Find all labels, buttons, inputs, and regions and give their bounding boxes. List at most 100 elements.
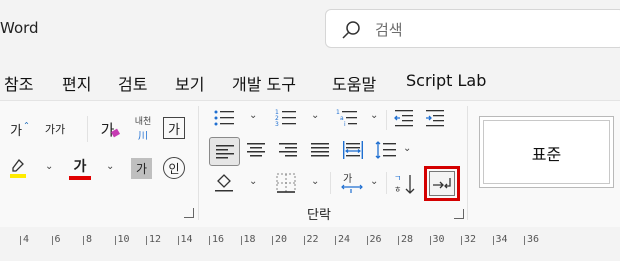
text-direction-icon: 가 (341, 173, 363, 193)
bullets-dropdown-icon[interactable]: ⌄ (249, 110, 257, 121)
decrease-indent-icon (394, 110, 413, 127)
ruler-label: 16 (212, 234, 225, 245)
align-center-button[interactable] (247, 142, 265, 162)
character-shading-button[interactable]: 가 (131, 158, 152, 179)
ruler-label: 14 (180, 234, 193, 245)
search-placeholder: 검색 (375, 21, 403, 39)
enclose-characters-button[interactable]: 인 (163, 157, 185, 179)
font-color-dropdown-icon[interactable]: ⌄ (106, 161, 114, 172)
line-spacing-button[interactable] (374, 140, 398, 164)
ruler-tick (51, 236, 53, 245)
character-shading-label: 가 (135, 162, 148, 176)
ruler-tick (114, 236, 116, 245)
borders-button[interactable] (275, 172, 297, 198)
show-hide-marks-button[interactable] (424, 166, 460, 201)
line-spacing-icon (375, 141, 396, 159)
ruler-label: 26 (369, 234, 382, 245)
ruler-label: 20 (275, 234, 288, 245)
svg-text:가: 가 (343, 173, 352, 185)
highlight-button[interactable] (6, 154, 30, 182)
ruler-tick (524, 236, 525, 245)
bullets-icon (214, 110, 234, 126)
grow-font-label: 가 (10, 123, 23, 139)
phonetic-sub-label: 川 (138, 131, 148, 142)
numbering-button[interactable]: 1 2 3 (275, 108, 297, 132)
svg-text:ㅎ: ㅎ (394, 185, 401, 194)
tab-script-lab[interactable]: Script Lab (406, 71, 486, 90)
search-box[interactable] (325, 9, 620, 48)
ruler-label: 6 (54, 234, 61, 245)
paragraph-dialog-launcher-icon[interactable] (454, 209, 464, 219)
caret-up-icon: ⌃ (23, 120, 30, 130)
shrink-font-button[interactable]: 가가 (40, 116, 70, 142)
bullets-button[interactable] (213, 108, 235, 132)
font-color-label: 가 (73, 159, 87, 175)
tab-review[interactable]: 검토 (118, 71, 147, 95)
ruler-tick (335, 236, 336, 245)
numbering-dropdown-icon[interactable]: ⌄ (311, 110, 319, 121)
svg-text:3: 3 (275, 121, 279, 128)
clear-formatting-label: 가 (100, 120, 115, 139)
line-spacing-dropdown-icon[interactable]: ⌄ (403, 143, 411, 154)
multilevel-list-button[interactable]: 1 a i (336, 108, 358, 132)
tab-help[interactable]: 도움말 (332, 71, 376, 95)
highlight-dropdown-icon[interactable]: ⌄ (45, 161, 53, 172)
text-direction-dropdown-icon[interactable]: ⌄ (370, 176, 378, 187)
sort-button[interactable]: ㄱ ㅎ (394, 172, 418, 200)
ruler-tick (20, 236, 21, 245)
text-direction-button[interactable]: 가 (340, 172, 366, 198)
tab-developer[interactable]: 개발 도구 (232, 71, 296, 95)
grow-font-button[interactable]: 가 ⌃ (6, 116, 34, 142)
ruler-tick (492, 236, 494, 245)
eraser-icon (111, 128, 121, 138)
ruler-tick (398, 236, 399, 245)
ruler-label: 32 (464, 234, 477, 245)
tab-references[interactable]: 참조 (4, 71, 33, 95)
increase-indent-icon (426, 110, 444, 127)
align-left-button[interactable] (209, 137, 240, 166)
ruler-label: 22 (306, 234, 319, 245)
shading-dropdown-icon[interactable]: ⌄ (249, 176, 257, 187)
shading-button[interactable] (213, 172, 237, 198)
distributed-icon (343, 141, 363, 159)
ruler-tick (303, 236, 305, 245)
font-dialog-launcher-icon[interactable] (184, 208, 194, 218)
ruler-label: 36 (527, 234, 540, 245)
paint-bucket-icon (215, 174, 233, 192)
ruler-label: 18 (243, 234, 256, 245)
font-color-swatch (69, 176, 91, 180)
shrink-font-label: 가가 (44, 123, 66, 136)
search-icon (342, 21, 360, 39)
distributed-button[interactable] (342, 140, 364, 164)
menu-bar (0, 62, 620, 100)
multilevel-dropdown-icon[interactable]: ⌄ (370, 110, 378, 121)
style-normal-label: 표준 (531, 145, 562, 164)
justify-button[interactable] (311, 142, 329, 162)
align-right-button[interactable] (279, 142, 297, 162)
multilevel-list-icon: 1 a i (336, 109, 357, 128)
ruler-label: 10 (117, 234, 130, 245)
button-frame (429, 171, 455, 196)
ruler-label: 24 (338, 234, 351, 245)
tab-view[interactable]: 보기 (175, 71, 204, 95)
ruler-label: 30 (432, 234, 445, 245)
ruler-label: 4 (23, 234, 30, 245)
ruler-label: 34 (495, 234, 508, 245)
tab-mailings[interactable]: 편지 (62, 71, 91, 95)
decrease-indent-button[interactable] (393, 108, 415, 132)
borders-dropdown-icon[interactable]: ⌄ (311, 176, 319, 187)
divider (87, 116, 88, 142)
align-left-icon (215, 144, 234, 158)
paragraph-mark-icon (433, 177, 451, 188)
clear-formatting-button[interactable]: 가 (96, 116, 124, 142)
divider (386, 110, 387, 130)
style-normal[interactable]: 표준 (479, 116, 614, 188)
paragraph-group-label: 단락 (307, 208, 331, 223)
svg-text:i: i (344, 121, 346, 128)
ruler-tick (209, 236, 210, 245)
increase-indent-button[interactable] (424, 108, 446, 132)
character-border-button[interactable]: 가 (163, 117, 185, 139)
phonetic-guide-button[interactable]: 내천 川 (128, 112, 158, 144)
align-right-icon (279, 143, 297, 157)
font-color-button[interactable]: 가 (66, 154, 94, 182)
